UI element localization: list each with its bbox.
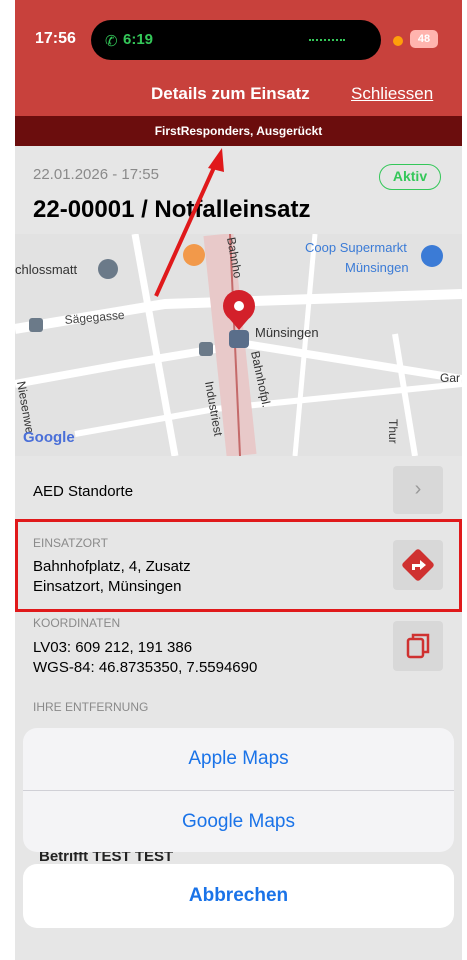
map-view[interactable]: chlossmatt Sägegasse Bahnho Coop Superma… bbox=[15, 234, 462, 456]
map-graphic: chlossmatt Sägegasse Bahnho Coop Superma… bbox=[15, 234, 462, 456]
page-title: Details zum Einsatz bbox=[151, 84, 310, 103]
call-duration: 6:19 bbox=[123, 31, 154, 48]
map-label-station: Münsingen bbox=[255, 325, 319, 340]
aed-standorte-label[interactable]: AED Standorte bbox=[33, 483, 133, 500]
map-label-thur: Thur bbox=[386, 419, 400, 444]
status-banner: FirstResponders, Ausgerückt bbox=[15, 116, 462, 146]
battery-icon: 48 bbox=[410, 30, 438, 48]
mic-indicator-icon bbox=[393, 36, 403, 46]
dynamic-island[interactable]: ✆ 6:19 bbox=[91, 20, 381, 60]
cancel-button[interactable]: Abbrechen bbox=[23, 864, 454, 928]
map-label-schlossmatt: chlossmatt bbox=[15, 262, 78, 277]
map-label-coop: Coop Supermarkt bbox=[305, 240, 407, 255]
koordinaten-label: KOORDINATEN bbox=[33, 616, 121, 630]
status-badge: Aktiv bbox=[379, 164, 441, 190]
einsatz-title: 22-00001 / Notfalleinsatz bbox=[33, 196, 311, 223]
phone-call-icon: ✆ bbox=[105, 33, 118, 50]
lv03-coordinates: LV03: 609 212, 191 386 bbox=[33, 639, 193, 656]
app-header: 17:56 ✆ 6:19 48 Details zum Einsatz Schl… bbox=[15, 0, 462, 116]
google-logo: Google bbox=[23, 429, 75, 446]
chevron-right-icon: › bbox=[414, 478, 422, 500]
aed-chevron-button[interactable]: › bbox=[393, 466, 443, 514]
close-button[interactable]: Schliessen bbox=[351, 84, 433, 104]
map-label-gar: Gar bbox=[440, 371, 460, 385]
annotation-highlight-box bbox=[15, 519, 462, 612]
map-label-coop-city: Münsingen bbox=[345, 260, 409, 275]
action-sheet: Apple Maps Google Maps bbox=[23, 728, 454, 852]
entfernung-label: IHRE ENTFERNUNG bbox=[33, 700, 149, 714]
phone-screen: 17:56 ✆ 6:19 48 Details zum Einsatz Schl… bbox=[15, 0, 462, 960]
copy-icon bbox=[406, 633, 430, 659]
audio-wave-icon bbox=[309, 39, 345, 41]
google-maps-button[interactable]: Google Maps bbox=[23, 791, 454, 852]
wgs84-coordinates: WGS-84: 46.8735350, 7.5594690 bbox=[33, 659, 258, 676]
copy-button[interactable] bbox=[393, 621, 443, 671]
einsatz-date: 22.01.2026 - 17:55 bbox=[33, 166, 159, 183]
status-time: 17:56 bbox=[35, 30, 76, 47]
apple-maps-button[interactable]: Apple Maps bbox=[23, 728, 454, 790]
